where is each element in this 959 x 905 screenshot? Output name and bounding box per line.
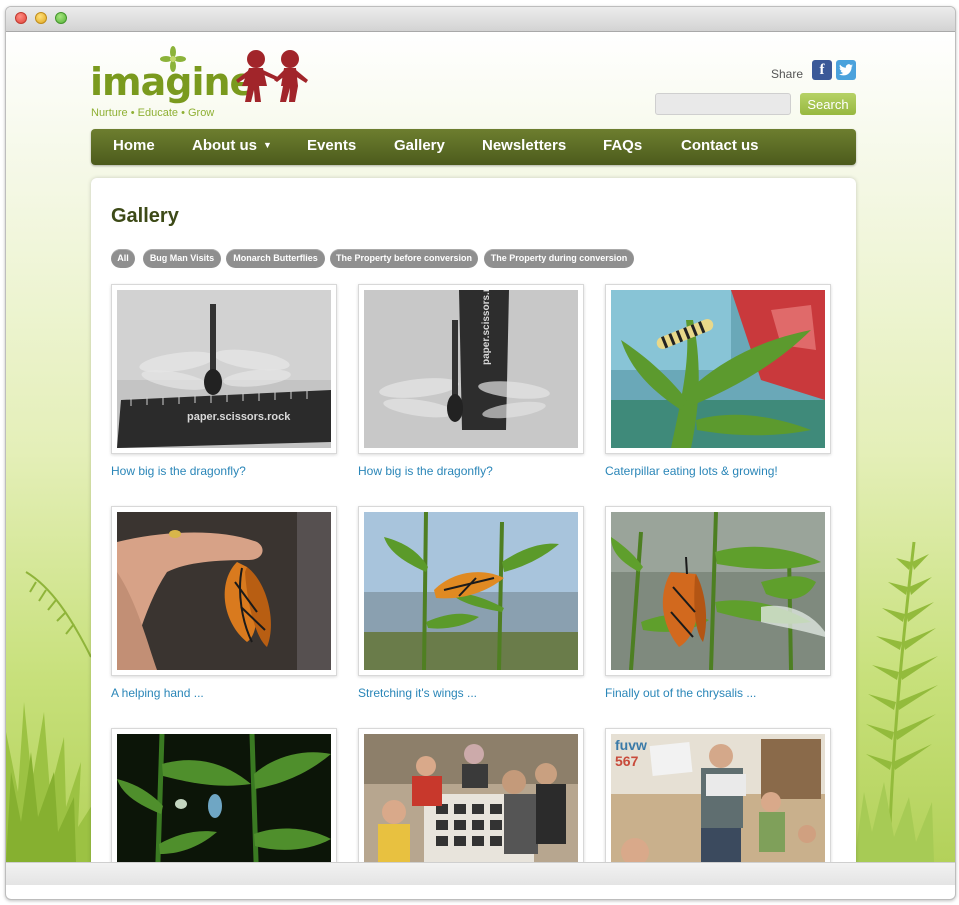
gallery-thumbnail[interactable] [358, 728, 584, 862]
svg-text:fuvw: fuvw [615, 737, 647, 753]
photo-dragonfly-with-upright-ruler: paper.scissors.rock [364, 290, 578, 448]
nav-home[interactable]: Home [113, 129, 155, 165]
gallery-panel: Gallery All Bug Man Visits Monarch Butte… [91, 178, 856, 862]
gallery-thumbnail[interactable] [358, 506, 584, 676]
photo-kids-looking-at-bugs [364, 734, 578, 862]
filter-bug-man-visits[interactable]: Bug Man Visits [143, 249, 221, 268]
photo-bug-man-presentation: fuvw 567 [611, 734, 825, 862]
gallery-thumbnail[interactable]: paper.scissors.rock [111, 284, 337, 454]
main-navigation: Home About us ▼ Events Gallery Newsletter… [91, 129, 856, 165]
photo-butterfly-on-plant-sky [364, 512, 578, 670]
svg-text:paper.scissors.rock: paper.scissors.rock [187, 411, 291, 423]
filter-property-during-conversion[interactable]: The Property during conversion [484, 249, 634, 268]
filter-monarch-butterflies[interactable]: Monarch Butterflies [226, 249, 325, 268]
nav-faqs-label: FAQs [603, 137, 643, 154]
nav-gallery[interactable]: Gallery [394, 129, 445, 165]
search-button[interactable]: Search [800, 93, 856, 115]
nav-newsletters[interactable]: Newsletters [482, 129, 566, 165]
fern-decoration [854, 541, 938, 862]
children-holding-hands-icon [236, 50, 308, 102]
gallery-caption[interactable]: Finally out of the chrysalis ... [605, 686, 756, 700]
zoom-window-button[interactable] [55, 12, 67, 24]
nav-gallery-label: Gallery [394, 137, 445, 154]
minimize-window-button[interactable] [35, 12, 47, 24]
svg-text:567: 567 [615, 753, 639, 769]
nav-about-us[interactable]: About us ▼ [192, 129, 272, 165]
gallery-caption[interactable]: Caterpillar eating lots & growing! [605, 464, 778, 478]
window-statusbar [6, 862, 955, 885]
search-input[interactable] [655, 93, 791, 115]
photo-caterpillar-on-milkweed [611, 290, 825, 448]
photo-butterfly-on-finger [117, 512, 331, 670]
site-logo[interactable]: imagine Nurture • Educate • Grow [90, 46, 320, 126]
filter-property-before-conversion[interactable]: The Property before conversion [330, 249, 478, 268]
photo-chrysalis-night [117, 734, 331, 862]
gallery-thumbnail[interactable] [605, 506, 831, 676]
close-window-button[interactable] [15, 12, 27, 24]
chevron-down-icon: ▼ [263, 140, 272, 150]
nav-about-us-label: About us [192, 137, 257, 154]
nav-contact-us-label: Contact us [681, 137, 759, 154]
photo-dragonfly-on-ruler: paper.scissors.rock [117, 290, 331, 448]
nav-home-label: Home [113, 137, 155, 154]
facebook-icon[interactable]: f [812, 60, 832, 80]
gallery-caption[interactable]: How big is the dragonfly? [111, 464, 246, 478]
nav-newsletters-label: Newsletters [482, 137, 567, 154]
gallery-thumbnail[interactable] [111, 728, 337, 862]
page-title: Gallery [111, 205, 179, 227]
gallery-thumbnail[interactable] [605, 284, 831, 454]
svg-text:paper.scissors.rock: paper.scissors.rock [481, 290, 492, 365]
gallery-thumbnail[interactable] [111, 506, 337, 676]
nav-events[interactable]: Events [307, 129, 356, 165]
browser-window: imagine Nurture • Educate • Grow Share f… [5, 6, 956, 900]
page-viewport: imagine Nurture • Educate • Grow Share f… [6, 32, 955, 862]
window-titlebar [6, 7, 955, 32]
nav-contact-us[interactable]: Contact us [681, 129, 759, 165]
gallery-caption[interactable]: Stretching it's wings ... [358, 686, 477, 700]
share-label: Share [771, 67, 804, 81]
logo-tagline: Nurture • Educate • Grow [91, 107, 215, 119]
nav-events-label: Events [307, 137, 357, 154]
twitter-icon[interactable] [836, 60, 856, 80]
gallery-thumbnail[interactable]: paper.scissors.rock [358, 284, 584, 454]
gallery-caption[interactable]: A helping hand ... [111, 686, 204, 700]
grass-decoration [6, 571, 94, 862]
filter-all[interactable]: All [111, 249, 135, 268]
photo-butterfly-hanging-milkweed [611, 512, 825, 670]
gallery-thumbnail[interactable]: fuvw 567 [605, 728, 831, 862]
gallery-caption[interactable]: How big is the dragonfly? [358, 464, 493, 478]
nav-faqs[interactable]: FAQs [603, 129, 642, 165]
